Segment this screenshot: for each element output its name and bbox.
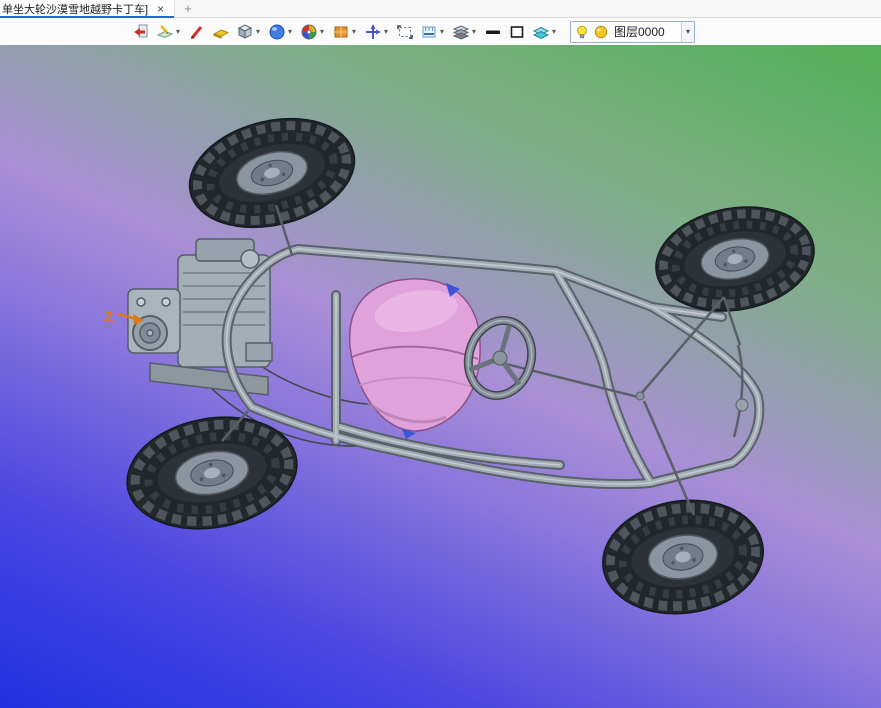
document-tab[interactable]: 单坐大轮沙漠雪地越野卡丁车] × — [0, 0, 176, 18]
dropdown-arrow-icon[interactable]: ▾ — [254, 27, 262, 36]
sphere-render-icon[interactable]: ▾ — [266, 20, 296, 44]
kingpin-joint — [735, 398, 749, 412]
layer-name-value: 图层0000 — [614, 25, 665, 39]
engine-block[interactable] — [127, 238, 273, 396]
steering-arm-joint — [635, 391, 645, 401]
seat-shell[interactable] — [348, 278, 481, 439]
dropdown-arrow-icon[interactable]: ▾ — [470, 27, 478, 36]
tab-bar: 单坐大轮沙漠雪地越野卡丁车] × + — [0, 0, 881, 18]
tab-close-icon[interactable]: × — [155, 3, 166, 15]
tire-rear-left[interactable] — [178, 102, 366, 244]
layer-visibility-bulb-icon[interactable] — [574, 24, 590, 40]
tire-front-right-top[interactable] — [648, 195, 823, 323]
cyan-sheets-icon[interactable]: ▾ — [530, 20, 560, 44]
3d-model-canvas[interactable]: Z — [0, 45, 881, 708]
cube-display-icon[interactable]: ▾ — [234, 20, 264, 44]
dropdown-arrow-icon[interactable]: ▾ — [382, 27, 390, 36]
dropdown-arrow-icon[interactable]: ▾ — [438, 27, 446, 36]
tire-rear-left-bottom[interactable] — [118, 404, 306, 541]
line-width-icon[interactable] — [482, 20, 504, 44]
dropdown-arrow-icon[interactable]: ▾ — [318, 27, 326, 36]
selection-box-icon[interactable] — [394, 20, 416, 44]
layer-dropdown-icon[interactable]: ▾ — [681, 21, 695, 42]
orange-box-icon[interactable]: ▾ — [330, 20, 360, 44]
color-wheel-icon[interactable]: ▾ — [298, 20, 328, 44]
measure-grid-icon[interactable]: ▾ — [418, 20, 448, 44]
gold-sheet-icon[interactable] — [210, 20, 232, 44]
document-tab-title: 单坐大轮沙漠雪地越野卡丁车] — [2, 3, 149, 16]
z-axis-label: Z — [104, 309, 113, 326]
render-pencil-icon[interactable]: ▾ — [154, 20, 184, 44]
layer-combo[interactable]: 图层0000 ▾ — [570, 20, 696, 43]
cad-window: 单坐大轮沙漠雪地越野卡丁车] × + ▾ ▾ ▾ ▾ ▾ ▾ ▾ ▾ ▾ 图层0… — [0, 0, 881, 708]
dropdown-arrow-icon[interactable]: ▾ — [286, 27, 294, 36]
new-tab-button[interactable]: + — [175, 0, 201, 17]
dropdown-arrow-icon[interactable]: ▾ — [174, 27, 182, 36]
fill-swatch-icon[interactable] — [506, 20, 528, 44]
navigate-compass-icon[interactable]: ▾ — [362, 20, 392, 44]
exit-to-sheet-icon[interactable] — [130, 20, 152, 44]
dropdown-arrow-icon[interactable]: ▾ — [350, 27, 358, 36]
red-pen-icon[interactable] — [186, 20, 208, 44]
layers-stack-icon[interactable]: ▾ — [450, 20, 480, 44]
layer-color-icon[interactable] — [593, 24, 609, 40]
viewport-3d[interactable]: Z — [0, 45, 881, 708]
dropdown-arrow-icon[interactable]: ▾ — [550, 27, 558, 36]
tire-front-right-bottom[interactable] — [595, 490, 770, 624]
quick-toolbar: ▾ ▾ ▾ ▾ ▾ ▾ ▾ ▾ ▾ 图层0000 ▾ — [0, 18, 881, 45]
